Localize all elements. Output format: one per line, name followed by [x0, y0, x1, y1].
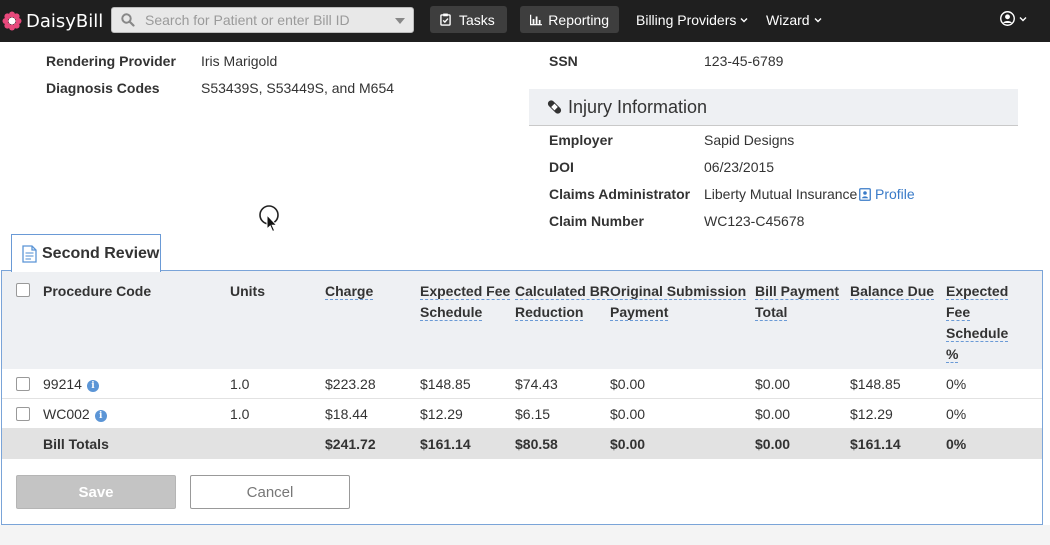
- profile-link-label: Profile: [875, 186, 915, 202]
- ssn-value: 123-45-6789: [704, 53, 784, 69]
- search-icon: [121, 13, 135, 27]
- col-expected-fee-schedule-percent[interactable]: Expected Fee Schedule%: [946, 281, 1009, 365]
- diagnosis-codes-label: Diagnosis Codes: [46, 80, 160, 96]
- procedure-code-cell: WC002 i: [43, 406, 107, 422]
- total-expected-fee: $161.14: [420, 436, 471, 452]
- info-icon[interactable]: i: [86, 380, 99, 392]
- balance-due-cell: $12.29: [850, 406, 893, 422]
- col-calculated-br-reduction[interactable]: Calculated BR Reduction: [515, 281, 610, 323]
- diagnosis-codes-value: S53439S, S53449S, and M654: [201, 80, 395, 96]
- tab-second-review-label: Second Review: [42, 244, 160, 262]
- patient-search[interactable]: [111, 7, 414, 33]
- info-icon[interactable]: i: [94, 410, 107, 422]
- select-all-checkbox[interactable]: [16, 283, 30, 297]
- injury-information-header: Injury Information: [529, 89, 1018, 126]
- id-card-icon: [859, 187, 871, 201]
- table-header: Procedure Code Units Charge Expected Fee…: [2, 271, 1042, 369]
- charge-cell: $223.28: [325, 376, 376, 392]
- rendering-provider-label: Rendering Provider: [46, 53, 176, 69]
- row-checkbox[interactable]: [16, 407, 30, 421]
- chevron-down-icon: [1019, 16, 1027, 21]
- col-original-submission-payment[interactable]: Original Submission Payment: [610, 281, 747, 323]
- bar-chart-icon: [530, 14, 543, 25]
- efs-pct-cell: 0%: [946, 376, 967, 392]
- reporting-button[interactable]: Reporting: [520, 6, 619, 33]
- orig-sub-cell: $0.00: [610, 376, 646, 392]
- document-icon: [22, 244, 37, 263]
- chevron-down-icon: [814, 18, 822, 23]
- col-bill-payment-total[interactable]: Bill Payment Total: [755, 281, 840, 323]
- bill-totals-label: Bill Totals: [43, 436, 109, 452]
- efs-pct-cell: 0%: [946, 406, 967, 422]
- user-menu[interactable]: [1000, 11, 1027, 26]
- tasks-label: Tasks: [459, 11, 495, 28]
- claim-number-label: Claim Number: [549, 213, 644, 229]
- claims-administrator-label: Claims Administrator: [549, 186, 691, 202]
- procedure-code-cell: 99214 i: [43, 376, 99, 392]
- col-charge[interactable]: Charge: [325, 281, 374, 302]
- table-row: 99214 i 1.0 $223.28 $148.85 $74.43 $0.00 …: [2, 369, 1042, 399]
- units-cell: 1.0: [230, 406, 250, 422]
- total-bill-pay: $0.00: [755, 436, 791, 452]
- claims-administrator-value: Liberty Mutual Insurance: [704, 186, 858, 202]
- orig-sub-cell: $0.00: [610, 406, 646, 422]
- reporting-label: Reporting: [548, 11, 609, 28]
- clipboard-check-icon: [440, 13, 451, 26]
- brand-name: DaisyBill: [26, 10, 104, 32]
- total-balance-due: $161.14: [850, 436, 901, 452]
- claim-number-value: WC123-C45678: [704, 213, 805, 229]
- total-charge: $241.72: [325, 436, 376, 452]
- total-calc-br: $80.58: [515, 436, 558, 452]
- rendering-provider-value: Iris Marigold: [201, 53, 278, 69]
- daisy-flower-icon: [2, 11, 22, 31]
- save-button[interactable]: Save: [16, 475, 176, 509]
- col-balance-due[interactable]: Balance Due: [850, 281, 935, 302]
- balance-due-cell: $148.85: [850, 376, 901, 392]
- employer-label: Employer: [549, 132, 613, 148]
- page-footer-strip: [0, 525, 1050, 545]
- chevron-down-icon: [740, 18, 748, 23]
- total-orig-sub: $0.00: [610, 436, 646, 452]
- brand-logo[interactable]: DaisyBill: [2, 9, 103, 33]
- chevron-down-icon[interactable]: [395, 18, 405, 24]
- expected-fee-cell: $148.85: [420, 376, 471, 392]
- mouse-cursor-icon: [259, 205, 279, 233]
- search-input[interactable]: [145, 12, 385, 28]
- cancel-button[interactable]: Cancel: [190, 475, 350, 509]
- calc-br-cell: $74.43: [515, 376, 558, 392]
- top-navbar: DaisyBill Tasks Reporting Billing Provid…: [0, 0, 1050, 42]
- bill-pay-cell: $0.00: [755, 406, 791, 422]
- expected-fee-cell: $12.29: [420, 406, 463, 422]
- bill-totals-row: Bill Totals $241.72 $161.14 $80.58 $0.00…: [2, 429, 1042, 459]
- wizard-menu[interactable]: Wizard: [766, 12, 822, 28]
- bill-pay-cell: $0.00: [755, 376, 791, 392]
- employer-value: Sapid Designs: [704, 132, 795, 148]
- billing-providers-label: Billing Providers: [636, 12, 737, 28]
- calc-br-cell: $6.15: [515, 406, 551, 422]
- user-circle-icon: [1000, 11, 1015, 26]
- col-procedure-code: Procedure Code: [43, 283, 152, 299]
- billing-providers-menu[interactable]: Billing Providers: [636, 12, 748, 28]
- col-expected-fee-schedule[interactable]: Expected Fee Schedule: [420, 281, 511, 323]
- tasks-button[interactable]: Tasks: [430, 6, 507, 33]
- wizard-label: Wizard: [766, 12, 810, 28]
- tab-second-review[interactable]: Second Review: [11, 234, 161, 272]
- second-review-panel: Procedure Code Units Charge Expected Fee…: [1, 270, 1043, 525]
- charge-cell: $18.44: [325, 406, 368, 422]
- claims-administrator-profile-link[interactable]: Profile: [859, 186, 915, 202]
- injury-information-title: Injury Information: [568, 96, 708, 117]
- ssn-label: SSN: [549, 53, 578, 69]
- bandage-icon: [547, 100, 562, 114]
- col-units: Units: [230, 283, 265, 299]
- row-checkbox[interactable]: [16, 377, 30, 391]
- units-cell: 1.0: [230, 376, 250, 392]
- doi-value: 06/23/2015: [704, 159, 775, 175]
- total-efs-pct: 0%: [946, 436, 967, 452]
- doi-label: DOI: [549, 159, 574, 175]
- table-row: WC002 i 1.0 $18.44 $12.29 $6.15 $0.00 $0.…: [2, 399, 1042, 429]
